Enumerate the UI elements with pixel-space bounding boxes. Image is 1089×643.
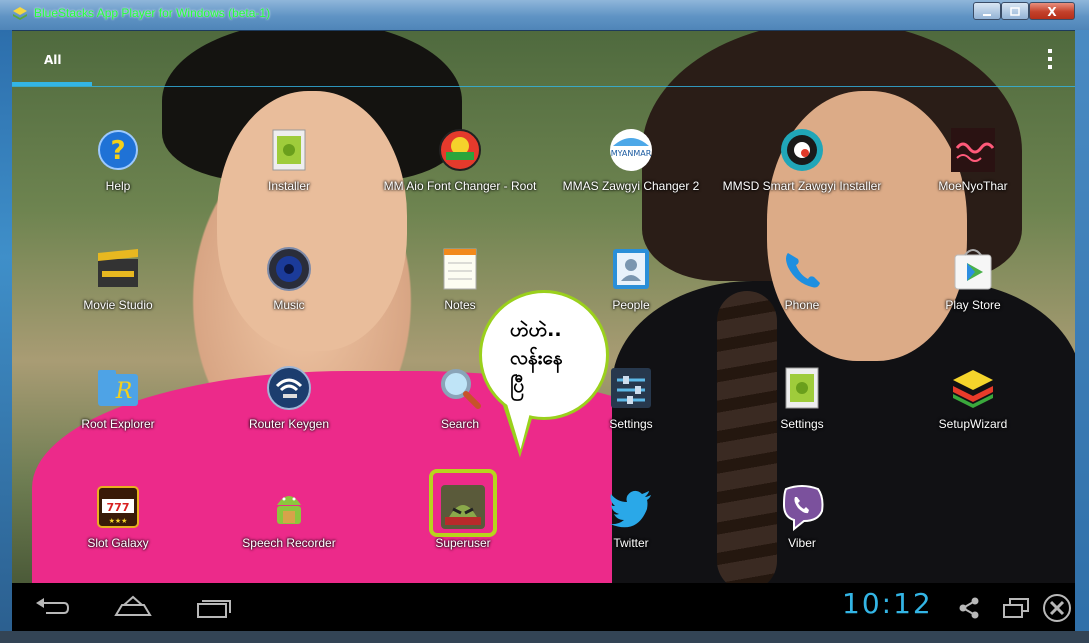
mm-aio-font-changer-icon: [436, 126, 484, 174]
app-mmas-zawgyi-changer[interactable]: MYANMAR MMAS Zawgyi Changer 2: [546, 126, 716, 193]
svg-text:?: ?: [110, 136, 125, 166]
bubble-line: ပြီ: [510, 375, 525, 397]
window-mode-icon[interactable]: [1002, 597, 1030, 619]
home-icon[interactable]: [114, 595, 152, 619]
app-label: Slot Galaxy: [87, 536, 149, 550]
svg-text:MYANMAR: MYANMAR: [611, 149, 652, 158]
app-label: Movie Studio: [83, 298, 153, 312]
app-label: Speech Recorder: [242, 536, 336, 550]
bubble-line: လန်းနေ: [510, 347, 563, 369]
music-icon: [265, 245, 313, 293]
viber-icon: [778, 483, 826, 532]
app-root-explorer[interactable]: R Root Explorer: [33, 364, 203, 431]
desktop-taskbar-strip: [0, 631, 1089, 643]
close-window-button[interactable]: X: [1029, 2, 1075, 20]
twitter-icon: [607, 483, 655, 531]
minimize-icon: [983, 14, 991, 16]
app-label: Settings: [780, 417, 824, 431]
window-title-bar[interactable]: BlueStacks App Player for Windows (beta-…: [0, 0, 1089, 30]
app-mm-aio-font-changer[interactable]: MM Aio Font Changer - Root: [375, 126, 545, 193]
notes-icon: [436, 245, 484, 293]
app-phone[interactable]: Phone: [717, 245, 887, 312]
maximize-icon: [1010, 7, 1020, 16]
app-mmsd-smart-zawgyi[interactable]: MMSD Smart Zawgyi Installer: [717, 126, 887, 193]
status-clock: 10:12: [842, 587, 933, 620]
svg-text:777: 777: [107, 501, 130, 514]
app-label: Settings: [609, 417, 653, 431]
app-label: MoeNyoThar: [938, 179, 1008, 193]
bluestacks-app-icon: [13, 7, 27, 20]
overflow-menu-icon[interactable]: [1046, 49, 1054, 71]
app-play-store[interactable]: Play Store: [888, 245, 1058, 312]
app-moenyothar[interactable]: MoeNyoThar: [888, 126, 1058, 193]
svg-text:★★★: ★★★: [109, 517, 128, 525]
desktop-right-edge: [1075, 0, 1089, 643]
close-icon: X: [1047, 5, 1057, 19]
speech-bubble-text: ဟဲဟဲ.. လန်းနေ ပြီ: [510, 316, 600, 400]
app-viber[interactable]: Viber: [717, 483, 887, 550]
app-setup-wizard[interactable]: SetupWizard: [888, 364, 1058, 431]
app-router-keygen[interactable]: Router Keygen: [204, 364, 374, 431]
app-label: Viber: [788, 536, 816, 550]
installer-icon: [265, 126, 313, 174]
tab-all[interactable]: All: [44, 53, 62, 67]
play-store-icon: [949, 245, 997, 293]
app-installer[interactable]: Installer: [204, 126, 374, 193]
app-label: Superuser: [435, 536, 491, 550]
app-label: Music: [273, 298, 305, 312]
app-help[interactable]: ? Help: [33, 126, 203, 193]
app-android-settings[interactable]: Settings: [717, 364, 887, 431]
speech-recorder-icon: [265, 483, 313, 531]
app-music[interactable]: Music: [204, 245, 374, 312]
settings-icon: [607, 364, 655, 412]
people-icon: [607, 245, 655, 293]
search-icon: [436, 364, 484, 412]
app-label: Phone: [784, 298, 820, 312]
speech-bubble-tail-fill: [506, 399, 539, 451]
setup-wizard-icon: [949, 364, 997, 412]
app-movie-studio[interactable]: Movie Studio: [33, 245, 203, 312]
exit-icon[interactable]: [1042, 593, 1072, 623]
tab-divider: [12, 86, 1075, 87]
app-label: SetupWizard: [938, 417, 1008, 431]
movie-studio-icon: [94, 245, 142, 293]
android-home-screen: All ? Help Installer MM Aio Font Changer…: [12, 31, 1075, 631]
app-label: MMSD Smart Zawgyi Installer: [722, 179, 882, 193]
back-icon[interactable]: [34, 597, 70, 619]
root-explorer-icon: R: [94, 364, 142, 412]
mmas-zawgyi-changer-icon: MYANMAR: [607, 126, 655, 174]
router-keygen-icon: [265, 364, 313, 412]
recent-apps-icon[interactable]: [196, 597, 232, 619]
app-label: MM Aio Font Changer - Root: [383, 179, 537, 193]
app-label: Router Keygen: [248, 417, 330, 431]
help-icon: ?: [94, 126, 142, 174]
app-drawer-tab-bar: All: [12, 31, 1075, 87]
android-navigation-bar: 10:12: [12, 583, 1075, 631]
svg-text:R: R: [115, 379, 133, 404]
app-slot-galaxy[interactable]: 777 ★★★ Slot Galaxy: [33, 483, 203, 550]
desktop-left-edge: [0, 0, 12, 643]
slot-galaxy-icon: 777 ★★★: [94, 483, 142, 531]
minimize-button[interactable]: [973, 2, 1001, 20]
android-settings-icon: [778, 364, 826, 412]
app-label: Installer: [267, 179, 311, 193]
app-label: Root Explorer: [81, 417, 155, 431]
superuser-highlight-box: [429, 469, 497, 537]
phone-icon: [778, 245, 826, 293]
app-label: Play Store: [945, 298, 1001, 312]
app-label: Help: [105, 179, 131, 193]
mmsd-smart-zawgyi-icon: [778, 126, 826, 174]
moenyothar-icon: [949, 126, 997, 174]
app-label: MMAS Zawgyi Changer 2: [562, 179, 700, 193]
window-title: BlueStacks App Player for Windows (beta-…: [34, 6, 271, 20]
app-twitter[interactable]: Twitter: [546, 483, 716, 550]
app-speech-recorder[interactable]: Speech Recorder: [204, 483, 374, 550]
maximize-button[interactable]: [1001, 2, 1029, 20]
bubble-line: ဟဲဟဲ..: [510, 319, 562, 341]
app-label: Twitter: [613, 536, 649, 550]
share-icon[interactable]: [958, 597, 980, 619]
